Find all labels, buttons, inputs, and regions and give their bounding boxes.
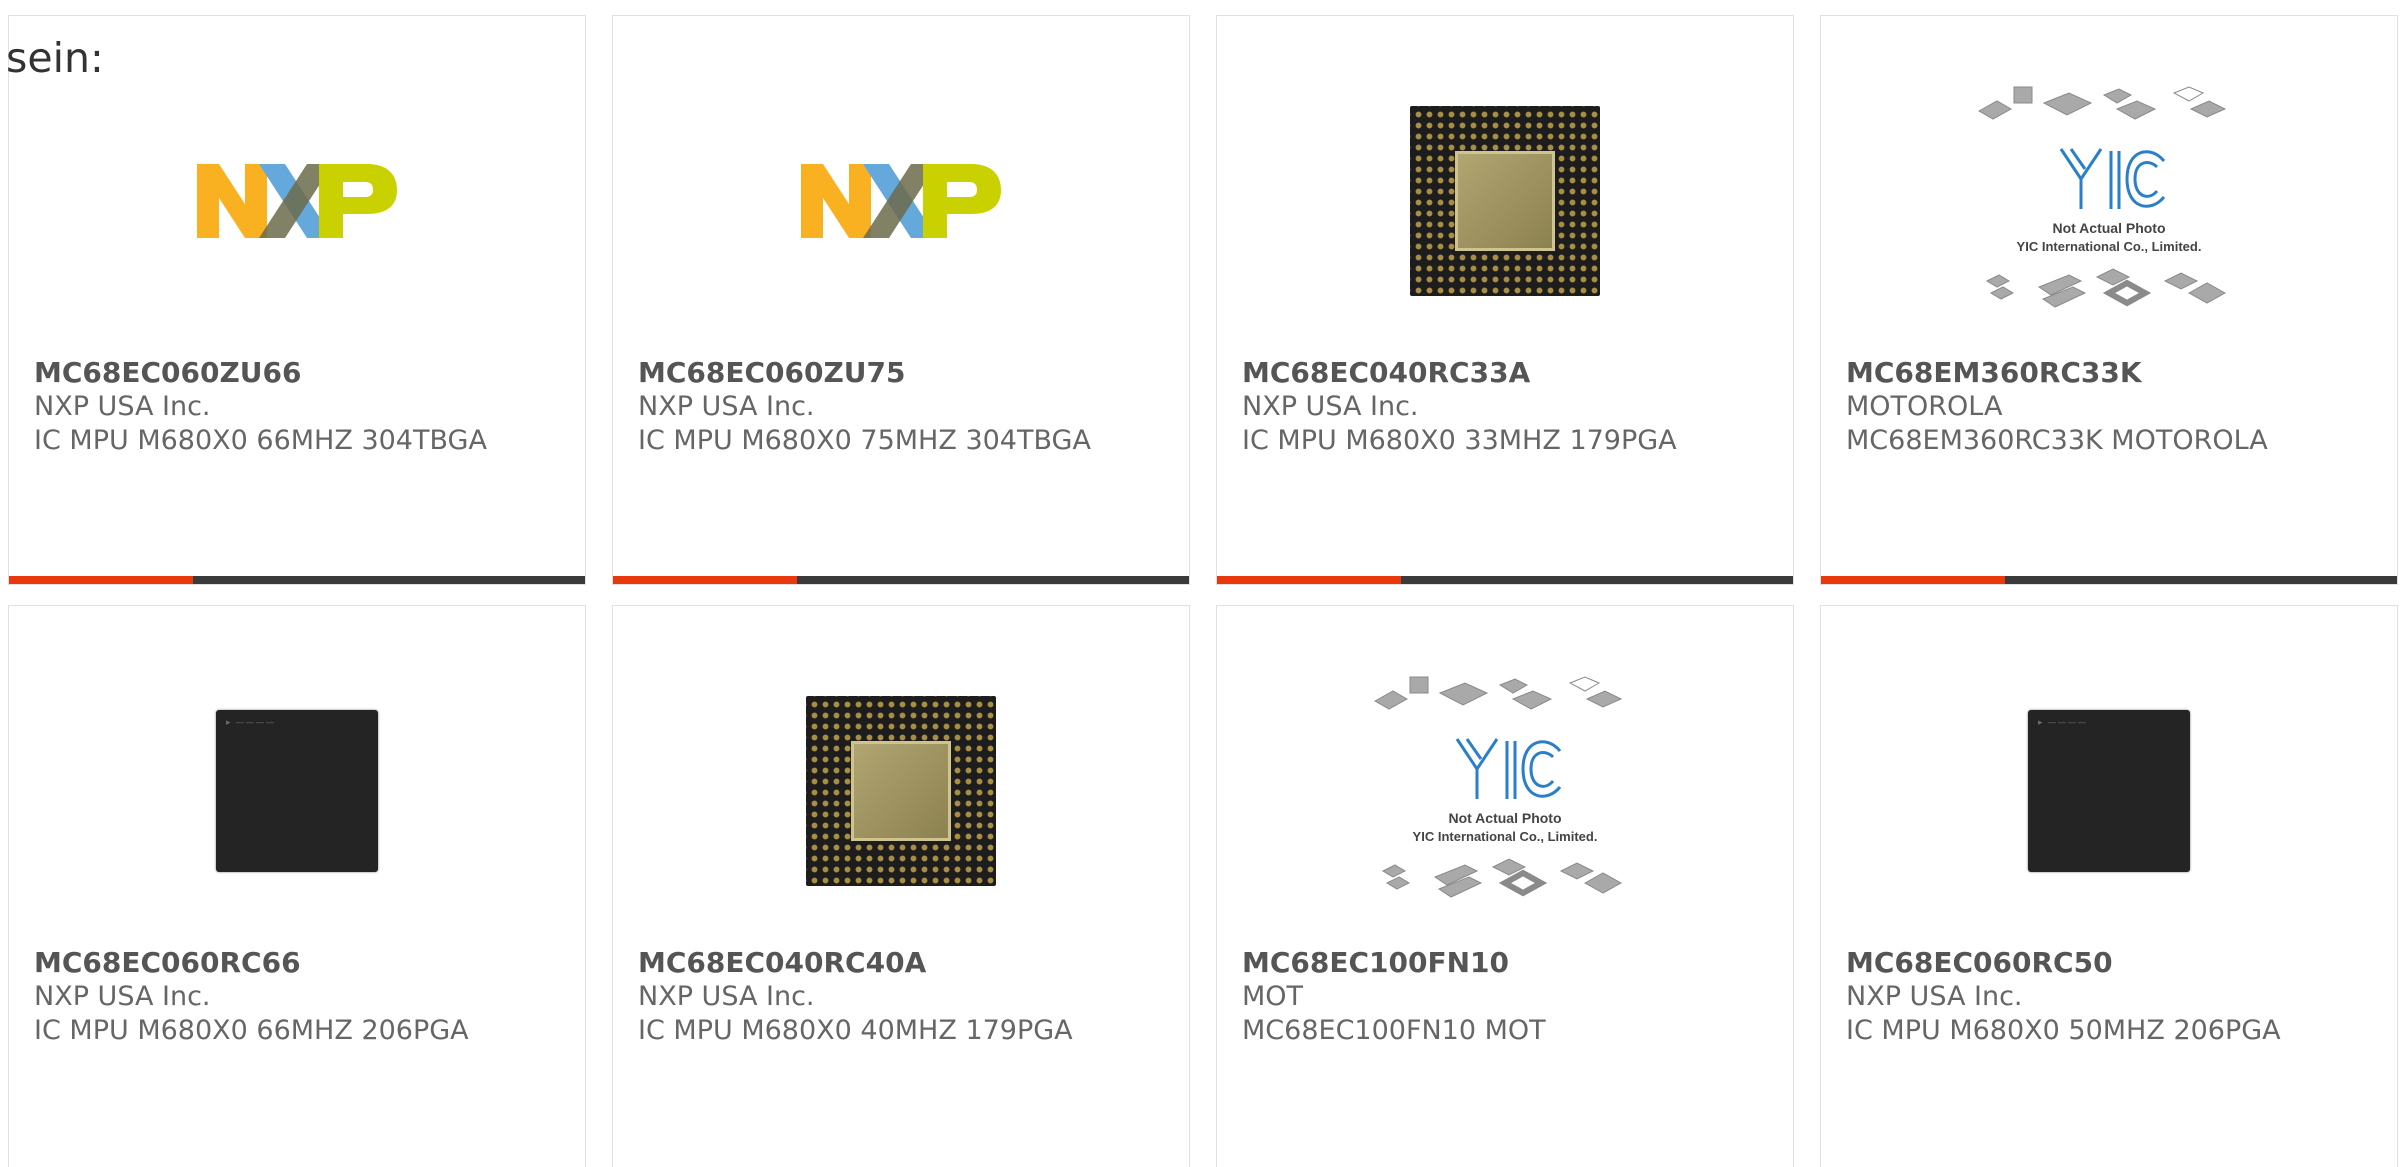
product-image[interactable] bbox=[613, 666, 1189, 916]
product-image[interactable]: ▸ ———— bbox=[1821, 666, 2397, 916]
manufacturer: NXP USA Inc. bbox=[638, 391, 815, 422]
card-bar-accent bbox=[1821, 576, 2005, 584]
manufacturer: NXP USA Inc. bbox=[1242, 391, 1419, 422]
manufacturer: MOT bbox=[1242, 981, 1304, 1012]
product-image[interactable]: ▸ ———— bbox=[9, 666, 585, 916]
card-bar bbox=[9, 576, 585, 584]
description: IC MPU M680X0 66MHZ 304TBGA bbox=[34, 425, 487, 456]
description: MC68EM360RC33K MOTOROLA bbox=[1846, 425, 2268, 456]
part-number[interactable]: MC68EC060RC66 bbox=[34, 946, 565, 980]
product-image[interactable] bbox=[1217, 76, 1793, 326]
yic-placeholder-image: Not Actual Photo YIC International Co., … bbox=[1373, 676, 1623, 898]
description: IC MPU M680X0 50MHZ 206PGA bbox=[1846, 1015, 2281, 1046]
description: IC MPU M680X0 40MHZ 179PGA bbox=[638, 1015, 1073, 1046]
product-info: MC68EC100FN10 MOT MC68EC100FN10 MOT bbox=[1242, 946, 1773, 1048]
nxp-logo bbox=[801, 164, 1001, 238]
not-actual-photo-label: Not Actual Photo bbox=[2052, 220, 2165, 236]
not-actual-photo-label: Not Actual Photo bbox=[1448, 810, 1561, 826]
card-bar bbox=[1821, 576, 2397, 584]
product-card[interactable]: Not Actual Photo YIC International Co., … bbox=[1820, 15, 2398, 585]
pga-chip-image bbox=[1410, 106, 1600, 296]
description: IC MPU M680X0 75MHZ 304TBGA bbox=[638, 425, 1091, 456]
manufacturer: NXP USA Inc. bbox=[34, 981, 211, 1012]
part-number[interactable]: MC68EC060ZU75 bbox=[638, 356, 1169, 390]
product-card[interactable]: MC68EC040RC33A NXP USA Inc. IC MPU M680X… bbox=[1216, 15, 1794, 585]
product-info: MC68EC060RC66 NXP USA Inc. IC MPU M680X0… bbox=[34, 946, 565, 1048]
prefix-text: sein: bbox=[6, 34, 104, 82]
part-number[interactable]: MC68EC060ZU66 bbox=[34, 356, 565, 390]
manufacturer: NXP USA Inc. bbox=[34, 391, 211, 422]
description: IC MPU M680X0 66MHZ 206PGA bbox=[34, 1015, 469, 1046]
card-bar-accent bbox=[613, 576, 797, 584]
product-image[interactable]: Not Actual Photo YIC International Co., … bbox=[1217, 666, 1793, 916]
card-bar bbox=[1217, 576, 1793, 584]
part-number[interactable]: MC68EC100FN10 bbox=[1242, 946, 1773, 980]
company-label: YIC International Co., Limited. bbox=[2017, 239, 2202, 254]
part-number[interactable]: MC68EC060RC50 bbox=[1846, 946, 2377, 980]
dark-chip-image: ▸ ———— bbox=[2028, 710, 2190, 872]
product-info: MC68EC060ZU66 NXP USA Inc. IC MPU M680X0… bbox=[34, 356, 565, 458]
manufacturer: NXP USA Inc. bbox=[1846, 981, 2023, 1012]
pga-chip-image bbox=[806, 696, 996, 886]
card-bar bbox=[613, 576, 1189, 584]
card-bar-accent bbox=[1217, 576, 1401, 584]
description: IC MPU M680X0 33MHZ 179PGA bbox=[1242, 425, 1677, 456]
product-card[interactable]: MC68EC040RC40A NXP USA Inc. IC MPU M680X… bbox=[612, 605, 1190, 1167]
product-info: MC68EM360RC33K MOTOROLA MC68EM360RC33K M… bbox=[1846, 356, 2377, 458]
product-image[interactable] bbox=[9, 76, 585, 326]
nxp-logo bbox=[197, 164, 397, 238]
company-label: YIC International Co., Limited. bbox=[1413, 829, 1598, 844]
yic-placeholder-image: Not Actual Photo YIC International Co., … bbox=[1977, 86, 2227, 308]
product-grid: MC68EC060ZU66 NXP USA Inc. IC MPU M680X0… bbox=[8, 15, 2400, 1167]
part-number[interactable]: MC68EC040RC33A bbox=[1242, 356, 1773, 390]
product-info: MC68EC040RC33A NXP USA Inc. IC MPU M680X… bbox=[1242, 356, 1773, 458]
product-info: MC68EC060RC50 NXP USA Inc. IC MPU M680X0… bbox=[1846, 946, 2377, 1048]
part-number[interactable]: MC68EC040RC40A bbox=[638, 946, 1169, 980]
manufacturer: MOTOROLA bbox=[1846, 391, 2003, 422]
product-image[interactable] bbox=[613, 76, 1189, 326]
product-card[interactable]: Not Actual Photo YIC International Co., … bbox=[1216, 605, 1794, 1167]
product-card[interactable]: MC68EC060ZU66 NXP USA Inc. IC MPU M680X0… bbox=[8, 15, 586, 585]
product-info: MC68EC040RC40A NXP USA Inc. IC MPU M680X… bbox=[638, 946, 1169, 1048]
product-info: MC68EC060ZU75 NXP USA Inc. IC MPU M680X0… bbox=[638, 356, 1169, 458]
product-image[interactable]: Not Actual Photo YIC International Co., … bbox=[1821, 76, 2397, 326]
description: MC68EC100FN10 MOT bbox=[1242, 1015, 1546, 1046]
part-number[interactable]: MC68EM360RC33K bbox=[1846, 356, 2377, 390]
card-bar-accent bbox=[9, 576, 193, 584]
product-card[interactable]: ▸ ———— MC68EC060RC50 NXP USA Inc. IC MPU… bbox=[1820, 605, 2398, 1167]
product-card[interactable]: ▸ ———— MC68EC060RC66 NXP USA Inc. IC MPU… bbox=[8, 605, 586, 1167]
product-card[interactable]: MC68EC060ZU75 NXP USA Inc. IC MPU M680X0… bbox=[612, 15, 1190, 585]
dark-chip-image: ▸ ———— bbox=[216, 710, 378, 872]
manufacturer: NXP USA Inc. bbox=[638, 981, 815, 1012]
